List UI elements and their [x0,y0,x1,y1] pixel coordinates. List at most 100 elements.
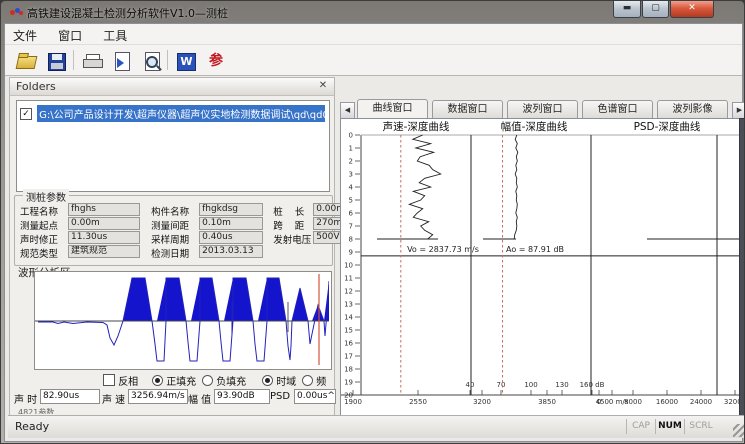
svg-text:幅值-深度曲线: 幅值-深度曲线 [501,120,568,133]
param-field[interactable]: 0.00m [68,217,140,230]
svg-text:5: 5 [349,197,353,205]
tab-scroll-left-icon[interactable]: ◀ [340,102,355,119]
param-char-icon: 参 [207,52,225,70]
tab-wavetrain-image[interactable]: 波列影像 [657,100,728,118]
svg-text:Ao = 87.91 dB: Ao = 87.91 dB [506,245,564,254]
item-label[interactable]: G:\公司产品设计开发\超声仪器\超声仪实地检测数据调试\qd\qd03\qd0… [37,105,325,122]
folders-list[interactable]: ✓ G:\公司产品设计开发\超声仪器\超声仪实地检测数据调试\qd\qd03\q… [16,100,330,192]
svg-text:24000: 24000 [690,398,712,406]
svg-text:32000: 32000 [724,398,739,406]
fill-positive-radio[interactable]: 正填充 [152,373,196,388]
folders-header: Folders ✕ [10,78,334,96]
svg-text:13: 13 [344,301,353,309]
window-title: 高铁建设混凝土检测分析软件V1.0—测桩 [27,5,228,21]
close-button[interactable]: ✕ [670,1,714,18]
export-button[interactable] [109,48,135,74]
svg-text:2: 2 [349,158,353,166]
svg-text:70: 70 [497,381,506,389]
param-field[interactable]: 0.10m [199,217,263,230]
save-floppy-icon [48,53,66,71]
print-preview-button[interactable] [139,48,165,74]
param-field[interactable]: 建筑规范 [68,245,140,258]
amplitude-field[interactable]: 93.90dB [214,389,270,404]
save-button[interactable] [43,48,69,74]
menu-tools[interactable]: 工具 [95,24,135,44]
param-field[interactable]: 11.30us [68,231,140,244]
tab-data-window[interactable]: 数据窗口 [432,100,503,118]
menu-window[interactable]: 窗口 [50,24,90,44]
pile-params-group: 测桩参数 工程名称fhghs 构件名称fhgkdsg 桩 长0.00m 测量起点… [14,195,333,266]
app-icon [10,8,24,18]
open-button[interactable] [13,48,39,74]
svg-text:3: 3 [349,171,353,179]
readings-row: 声 时 82.90us 声 速 3256.94m/s 幅 值 93.90dB P… [10,389,336,405]
client-area: 文件 窗口 工具 W 参 Folders ✕ ✓ G:\公 [4,23,743,442]
param-field[interactable]: 0.40us [199,231,263,244]
svg-text:6: 6 [349,210,354,218]
svg-text:9: 9 [349,249,353,257]
svg-text:7: 7 [349,223,353,231]
svg-text:16: 16 [344,340,353,348]
open-folder-icon [16,56,38,69]
param-label: 声时修正 [20,231,68,246]
scroll-indicator: SCRL [684,419,717,434]
sonic-time-field[interactable]: 82.90us [40,389,100,404]
minimize-button[interactable]: ▬ [613,1,641,18]
param-label: 工程名称 [20,203,68,218]
psd-field[interactable]: 0.00us^2/m [294,389,336,404]
svg-text:1: 1 [349,145,353,153]
vertical-scrollbar[interactable] [739,118,745,416]
svg-text:100: 100 [524,381,537,389]
invert-checkbox[interactable]: 反相 [103,373,138,388]
svg-text:2550: 2550 [409,398,427,406]
caps-indicator: CAP [626,419,655,434]
svg-text:15: 15 [344,327,353,335]
param-field[interactable]: fhghs [68,203,140,216]
tab-curve-window[interactable]: 曲线窗口 [357,99,428,118]
folders-title: Folders [16,80,56,93]
depth-curves-plot: 01234567891011121314151617181920声速-深度曲线1… [341,119,739,415]
print-button[interactable] [79,48,105,74]
svg-text:PSD-深度曲线: PSD-深度曲线 [634,120,701,133]
menu-file[interactable]: 文件 [5,24,45,44]
svg-text:16000: 16000 [656,398,678,406]
item-checkbox[interactable]: ✓ [20,108,32,120]
waveform-controls: 反相 正填充 负填充 时域 频域 [10,373,336,387]
app-window: 高铁建设混凝土检测分析软件V1.0—测桩 ▬ ▢ ✕ 文件 窗口 工具 W 参 … [0,0,745,444]
fill-negative-radio[interactable]: 负填充 [202,373,246,388]
svg-text:0: 0 [349,132,353,140]
velocity-field[interactable]: 3256.94m/s [128,389,188,404]
svg-text:40: 40 [466,381,475,389]
param-field[interactable]: 2013.03.13 [199,245,263,258]
printer-icon [83,54,101,67]
waveform-area[interactable] [34,271,332,370]
page-export-icon [115,52,130,71]
tab-scroll-right-icon[interactable]: ▶ [732,102,745,119]
word-icon: W [177,53,196,71]
resize-grip[interactable] [733,424,745,437]
param-label: 测量起点 [20,217,68,232]
param-field[interactable]: fhgkdsg [199,203,263,216]
folders-pane: Folders ✕ ✓ G:\公司产品设计开发\超声仪器\超声仪实地检测数据调试… [9,77,335,416]
tab-spectrum-window[interactable]: 色谱窗口 [582,100,653,118]
pane-close-icon[interactable]: ✕ [316,79,330,93]
param-label: 检测日期 [151,245,199,260]
maximize-button[interactable]: ▢ [642,1,669,18]
param-label: 规范类型 [20,245,68,260]
tab-wavetrain-window[interactable]: 波列窗口 [507,100,578,118]
time-domain-radio[interactable]: 时域 [262,373,296,388]
list-item[interactable]: ✓ G:\公司产品设计开发\超声仪器\超声仪实地检测数据调试\qd\qd03\q… [17,103,329,118]
magnifier-icon [146,56,158,68]
parameters-button[interactable]: 参 [203,48,229,74]
num-indicator: NUM [655,419,684,434]
word-report-button[interactable]: W [173,48,199,74]
svg-text:18: 18 [344,366,353,374]
velocity-label: 声 速 [102,391,125,406]
group-title: 测桩参数 [23,189,69,204]
svg-text:8000: 8000 [624,398,642,406]
title-bar[interactable]: 高铁建设混凝土检测分析软件V1.0—测桩 ▬ ▢ ✕ [1,1,745,23]
param-label: 构件名称 [151,203,199,218]
clipped-text: 4821参数 [18,407,54,414]
svg-text:3200: 3200 [473,398,491,406]
chart-area[interactable]: 01234567891011121314151617181920声速-深度曲线1… [340,118,740,416]
